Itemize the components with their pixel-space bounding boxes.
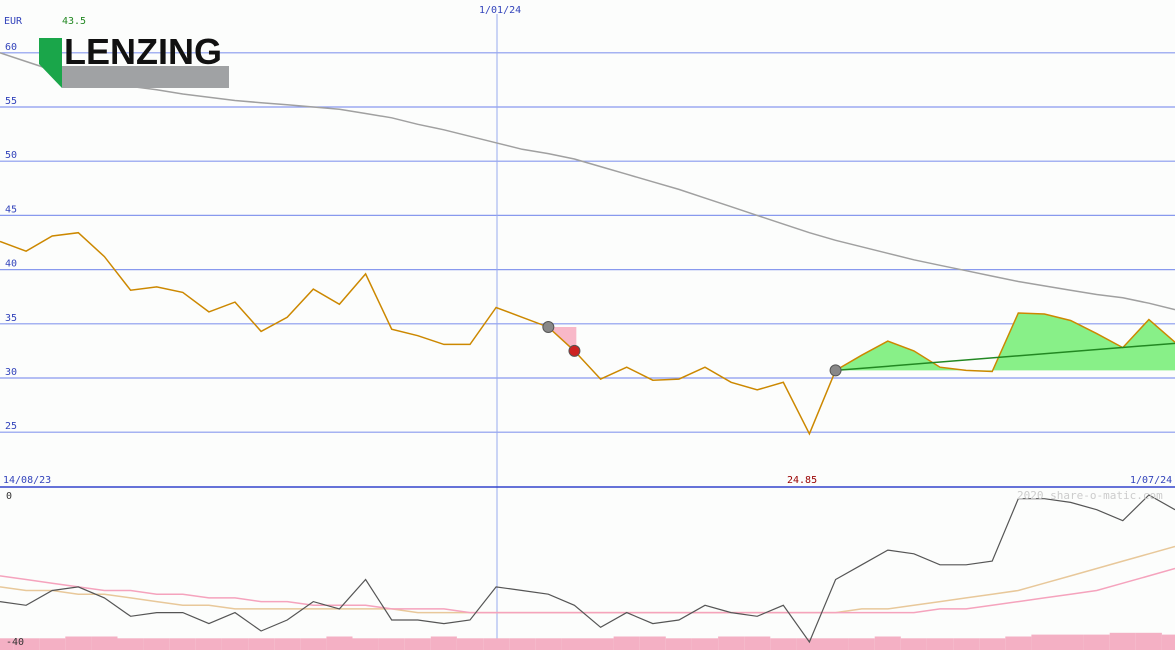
volume-bar-32 (822, 638, 849, 650)
volume-bar-39 (1005, 636, 1032, 650)
volume-bar-29 (744, 636, 771, 650)
volume-bar-34 (874, 636, 901, 650)
volume-bar-36 (926, 638, 953, 650)
volume-bar-28 (718, 636, 745, 650)
volume-bar-10 (248, 638, 275, 650)
end-date-label: 1/07/24 (1130, 475, 1172, 486)
logo-text: LENZING (64, 31, 222, 72)
low-value-label: 24.85 (787, 475, 817, 486)
volume-bar-40 (1031, 634, 1058, 650)
mid-date-label: 1/01/24 (479, 5, 521, 16)
volume-bar-5 (117, 638, 144, 650)
y-tick-label-35: 35 (5, 313, 17, 324)
volume-bar-37 (953, 638, 980, 650)
y-tick-label-50: 50 (5, 150, 17, 161)
y-tick-label-40: 40 (5, 259, 17, 270)
volume-bar-17 (430, 636, 457, 650)
volume-bar-26 (665, 638, 692, 650)
volume-bar-13 (326, 636, 353, 650)
volume-bar-7 (169, 638, 196, 650)
volume-bar-31 (796, 638, 823, 650)
volume-bar-4 (91, 636, 118, 650)
start-date-label: 14/08/23 (3, 475, 51, 486)
volume-bar-38 (979, 638, 1006, 650)
signal-marker-buy-0 (542, 321, 555, 334)
volume-bar-23 (587, 638, 614, 650)
indicator-axis-top-label: 0 (6, 491, 12, 502)
y-tick-label-30: 30 (5, 367, 17, 378)
watermark: 2020 share-o-matic.com (1017, 489, 1163, 502)
volume-bar-27 (691, 638, 718, 650)
y-tick-label-55: 55 (5, 96, 17, 107)
volume-bar-20 (509, 638, 536, 650)
volume-bar-30 (770, 638, 797, 650)
volume-bar-45 (1161, 634, 1175, 650)
last-price-label: 43.5 (62, 16, 86, 27)
indicator-axis-bottom-label: -40 (6, 637, 24, 648)
volume-bar-15 (378, 638, 405, 650)
chart-background (0, 0, 1175, 650)
stock-chart: 25 30 35 40 45 50 55 60 LENZING EUR 43.5 1/01/2… (0, 0, 1175, 650)
volume-bar-18 (456, 638, 483, 650)
volume-bar-22 (561, 638, 588, 650)
signal-marker-sell-1 (568, 344, 581, 357)
y-tick-label-45: 45 (5, 204, 17, 215)
volume-bar-14 (352, 638, 379, 650)
volume-bar-16 (404, 638, 431, 650)
volume-bar-11 (274, 638, 301, 650)
volume-bar-19 (483, 638, 510, 650)
volume-bar-43 (1109, 632, 1136, 650)
y-tick-label-25: 25 (5, 421, 17, 432)
volume-bar-33 (848, 638, 875, 650)
currency-label: EUR (4, 16, 23, 27)
volume-bar-42 (1083, 634, 1110, 650)
volume-bar-3 (65, 636, 92, 650)
volume-bar-41 (1057, 634, 1084, 650)
volume-bar-9 (221, 638, 248, 650)
volume-bar-6 (143, 638, 170, 650)
volume-bar-44 (1135, 632, 1162, 650)
volume-bar-12 (300, 638, 327, 650)
volume-bar-35 (900, 638, 927, 650)
volume-bar-2 (39, 638, 66, 650)
y-tick-label-60: 60 (5, 42, 17, 53)
signal-marker-buy-2 (829, 364, 842, 377)
volume-bar-24 (613, 636, 640, 650)
volume-bar-8 (195, 638, 222, 650)
lenzing-logo: LENZING (39, 31, 229, 88)
volume-bar-25 (639, 636, 666, 650)
volume-bar-21 (535, 638, 562, 650)
